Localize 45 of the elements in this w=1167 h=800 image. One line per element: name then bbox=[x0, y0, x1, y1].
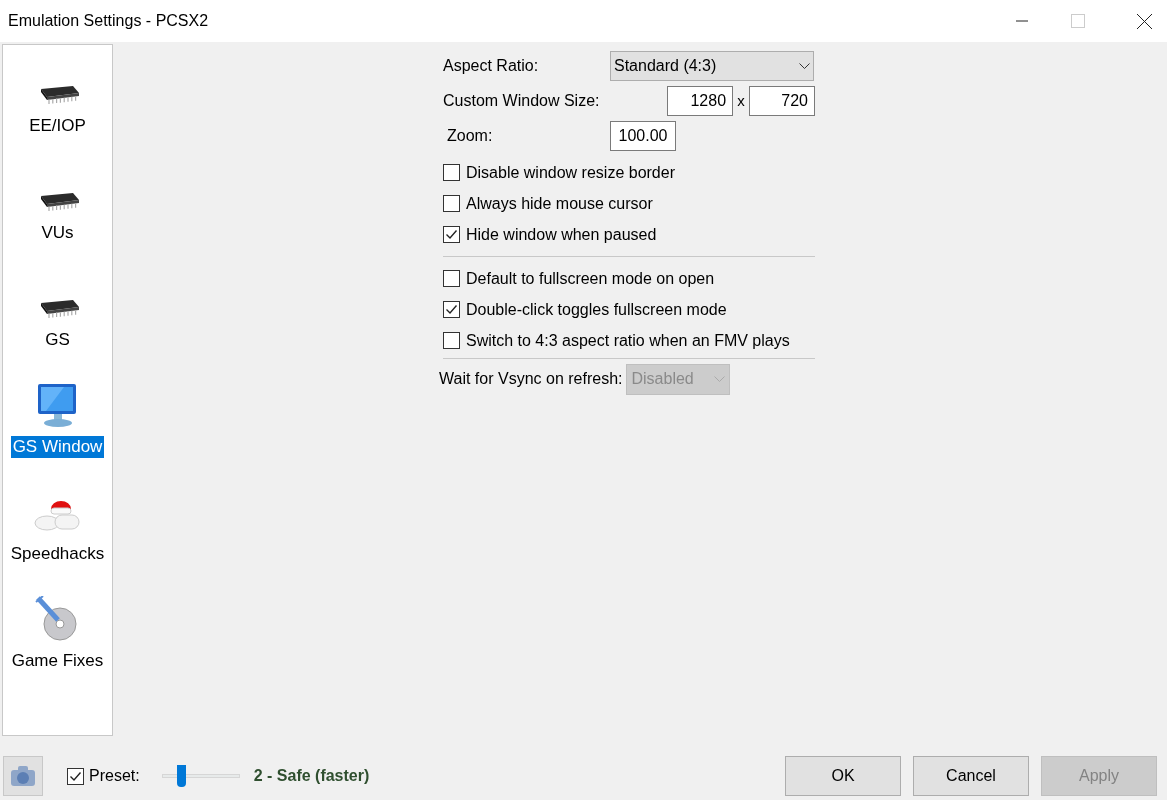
maximize-icon bbox=[1071, 14, 1085, 28]
sidebar-item[interactable]: Speedhacks bbox=[8, 543, 107, 565]
chevron-down-icon bbox=[799, 62, 810, 70]
width-field[interactable]: 1280 bbox=[667, 86, 734, 116]
chevron-down-icon bbox=[714, 375, 726, 383]
screenshot-button[interactable] bbox=[3, 756, 43, 796]
minimize-icon bbox=[1016, 20, 1028, 22]
sidebar-item[interactable]: GS bbox=[43, 329, 72, 351]
field-label: Wait for Vsync on refresh: bbox=[439, 369, 623, 389]
checkmark-icon bbox=[445, 303, 458, 316]
option-label: Default to fullscreen mode on open bbox=[466, 268, 715, 289]
aspect-ratio-dropdown[interactable]: Standard (4:3) bbox=[610, 51, 814, 81]
sidebar-item[interactable]: VUs bbox=[39, 222, 76, 244]
checkbox[interactable] bbox=[67, 767, 84, 785]
checkmark-icon bbox=[69, 769, 82, 783]
field-label: Aspect Ratio: bbox=[442, 56, 540, 76]
dialog-button[interactable]: OK bbox=[785, 756, 901, 796]
dialog-button[interactable]: Cancel bbox=[913, 756, 1029, 796]
sidebar-item[interactable]: Game Fixes bbox=[9, 650, 106, 672]
option-label: Switch to 4:3 aspect ratio when an FMV plays bbox=[466, 330, 790, 351]
close-icon bbox=[1136, 13, 1152, 29]
slider-thumb[interactable] bbox=[177, 765, 187, 787]
checkbox[interactable] bbox=[443, 164, 460, 181]
preset-name: 2 - Safe (faster) bbox=[253, 766, 370, 786]
camera-icon bbox=[10, 765, 36, 787]
option-label: Double-click toggles fullscreen mode bbox=[466, 299, 727, 320]
checkbox[interactable] bbox=[443, 270, 460, 287]
option-label: Hide window when paused bbox=[466, 224, 657, 245]
preset-slider[interactable] bbox=[161, 765, 240, 787]
size-separator: x bbox=[736, 90, 746, 111]
field-label: Zoom: bbox=[446, 126, 494, 146]
window-title: Emulation Settings - PCSX2 bbox=[8, 11, 210, 31]
option-label: Disable window resize border bbox=[466, 162, 675, 183]
zoom-field[interactable]: 100.00 bbox=[610, 121, 676, 151]
sidebar-item[interactable]: EE/IOP bbox=[27, 115, 88, 137]
option-label: Always hide mouse cursor bbox=[466, 193, 653, 214]
checkbox[interactable] bbox=[443, 195, 460, 212]
checkbox[interactable] bbox=[443, 226, 460, 243]
field-label: Custom Window Size: bbox=[442, 91, 601, 111]
checkmark-icon bbox=[445, 228, 458, 241]
preset-label: Preset: bbox=[89, 766, 140, 786]
checkbox[interactable] bbox=[443, 301, 460, 318]
checkbox[interactable] bbox=[443, 332, 460, 349]
height-field[interactable]: 720 bbox=[749, 86, 815, 116]
sidebar-item[interactable]: GS Window bbox=[10, 436, 105, 458]
